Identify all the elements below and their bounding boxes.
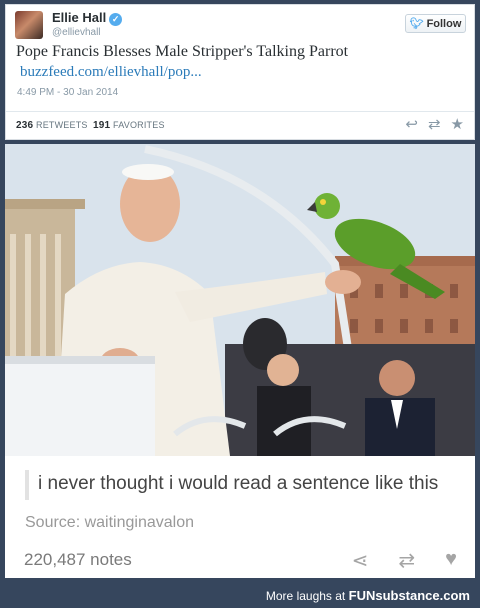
user-name-text: Ellie Hall [52,10,107,25]
post-notes[interactable]: 220,487 notes [24,550,132,570]
tweet-text: Pope Francis Blesses Male Stripper's Tal… [16,43,349,60]
avatar[interactable] [15,11,43,39]
verified-badge-icon: ✓ [109,13,123,26]
favorites-label: FAVORITES [113,120,165,130]
twitter-bird-icon: 🐦︎ [409,18,424,30]
divider [6,111,474,112]
share-icon[interactable]: ⋖ [352,548,369,573]
tweet-stats: 236 RETWEETS 191 FAVORITES [16,120,165,131]
post-quote: i never thought i would read a sentence … [38,473,439,494]
footer: More laughs at FUNsubstance.com [0,586,480,608]
retweet-icon[interactable]: ⇄ [428,115,441,133]
reply-icon[interactable]: ↩ [405,115,418,133]
footer-text: More laughs at FUNsubstance.com [266,588,470,603]
reblog-icon[interactable]: ⇄ [398,548,415,573]
post-actions: ⋖ ⇄ ♥ [352,548,457,573]
follow-button[interactable]: 🐦︎ Follow [405,14,466,33]
footer-label: More laughs at [265,589,346,603]
photo-illustration [5,144,475,456]
favorites-count[interactable]: 191 [93,120,110,131]
retweets-count[interactable]: 236 [16,120,33,131]
quote-bar [25,470,29,500]
user-handle[interactable]: @ellievhall [52,27,101,38]
tweet-card: Ellie Hall ✓ @ellievhall 🐦︎ Follow Pope F… [5,4,475,140]
favorite-star-icon[interactable]: ★ [451,115,464,133]
retweets-label: RETWEETS [36,120,88,130]
tweet-link[interactable]: buzzfeed.com/ellievhall/pop... [20,64,202,81]
user-name[interactable]: Ellie Hall ✓ [52,10,123,26]
like-heart-icon[interactable]: ♥ [445,548,457,573]
tweet-actions: ↩ ⇄ ★ [405,115,464,133]
post-source[interactable]: Source: waitinginavalon [25,514,194,532]
tweet-timestamp[interactable]: 4:49 PM - 30 Jan 2014 [17,87,118,98]
post-card: i never thought i would read a sentence … [5,144,475,578]
follow-label: Follow [426,17,462,30]
footer-brand[interactable]: FUNsubstance.com [349,588,470,603]
post-photo [5,144,475,456]
